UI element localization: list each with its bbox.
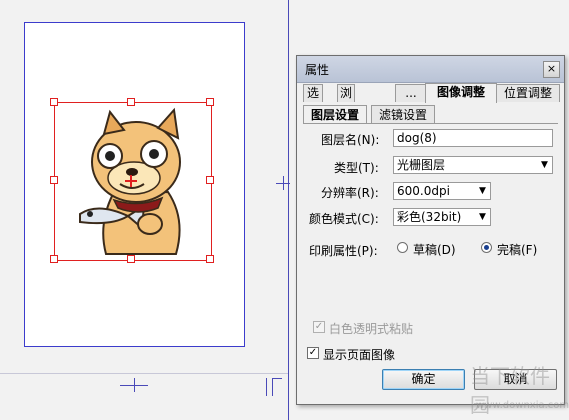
resize-handle-right[interactable] [206, 176, 214, 184]
subtab-bar: 图层设置 滤镜设置 [303, 105, 558, 124]
white-transparent-label: 白色透明式粘贴 [329, 322, 414, 336]
layer-name-label: 图层名(N): [321, 133, 380, 147]
dialog-title: 属性 [305, 63, 330, 77]
chevron-down-icon: ▼ [479, 212, 486, 222]
chevron-down-icon: ▼ [479, 186, 486, 196]
color-mode-select-value: 彩色(32bit) [397, 210, 462, 224]
center-cross-icon [130, 175, 132, 187]
close-button[interactable]: × [543, 61, 560, 78]
tab-bar: 选 浏 ... 图像调整 位置调整 [303, 83, 560, 103]
resize-handle-top[interactable] [127, 98, 135, 106]
layer-settings-panel [303, 123, 558, 334]
subtab-layer-settings[interactable]: 图层设置 [303, 105, 367, 124]
tab-browse[interactable]: 浏 [337, 84, 355, 102]
radio-final[interactable] [481, 242, 492, 253]
selection-box[interactable] [54, 102, 212, 261]
watermark-url: www.downxia.com [476, 400, 569, 411]
resize-handle-bottom-right[interactable] [206, 255, 214, 263]
type-label: 类型(T): [334, 161, 379, 175]
resolution-select[interactable]: 600.0dpi ▼ [393, 182, 491, 200]
show-page-image-checkbox[interactable]: ✓ [307, 347, 319, 359]
layer-name-input[interactable]: dog(8) [393, 129, 553, 147]
type-select-value: 光栅图层 [397, 158, 446, 172]
print-attr-label: 印刷属性(P): [309, 244, 378, 258]
properties-dialog: 属性 × 选 浏 ... 图像调整 位置调整 图层设置 滤镜设置 图层名(N):… [296, 55, 565, 405]
subtab-filter-settings[interactable]: 滤镜设置 [371, 105, 435, 124]
crop-mark [272, 378, 282, 379]
tab-position-adjust[interactable]: 位置调整 [496, 84, 560, 102]
resize-handle-left[interactable] [50, 176, 58, 184]
resolution-select-value: 600.0dpi [397, 184, 450, 198]
chevron-down-icon: ▼ [541, 160, 548, 170]
dialog-titlebar[interactable]: 属性 × [297, 56, 564, 83]
resize-handle-bottom-left[interactable] [50, 255, 58, 263]
tab-select[interactable]: 选 [303, 84, 323, 102]
tab-more[interactable]: ... [395, 84, 427, 102]
crop-mark [272, 378, 273, 396]
resize-handle-top-left[interactable] [50, 98, 58, 106]
radio-final-label[interactable]: 完稿(F) [497, 241, 537, 258]
color-mode-select[interactable]: 彩色(32bit) ▼ [393, 208, 491, 226]
resolution-label: 分辨率(R): [321, 186, 379, 200]
crop-mark [283, 176, 284, 190]
tab-image-adjust[interactable]: 图像调整 [425, 83, 497, 103]
show-page-image-label[interactable]: 显示页面图像 [323, 346, 395, 363]
ok-button[interactable]: 确定 [382, 369, 465, 390]
page-boundary-line [288, 0, 289, 420]
type-select[interactable]: 光栅图层 ▼ [393, 156, 553, 174]
crop-mark [266, 378, 267, 396]
resize-handle-top-right[interactable] [206, 98, 214, 106]
crop-mark [134, 378, 135, 392]
color-mode-label: 颜色模式(C): [309, 212, 379, 226]
white-transparent-checkbox: ✓ [313, 321, 325, 333]
radio-draft-label[interactable]: 草稿(D) [413, 241, 456, 258]
radio-draft[interactable] [397, 242, 408, 253]
resize-handle-bottom[interactable] [127, 255, 135, 263]
page-bottom-line [0, 373, 288, 374]
